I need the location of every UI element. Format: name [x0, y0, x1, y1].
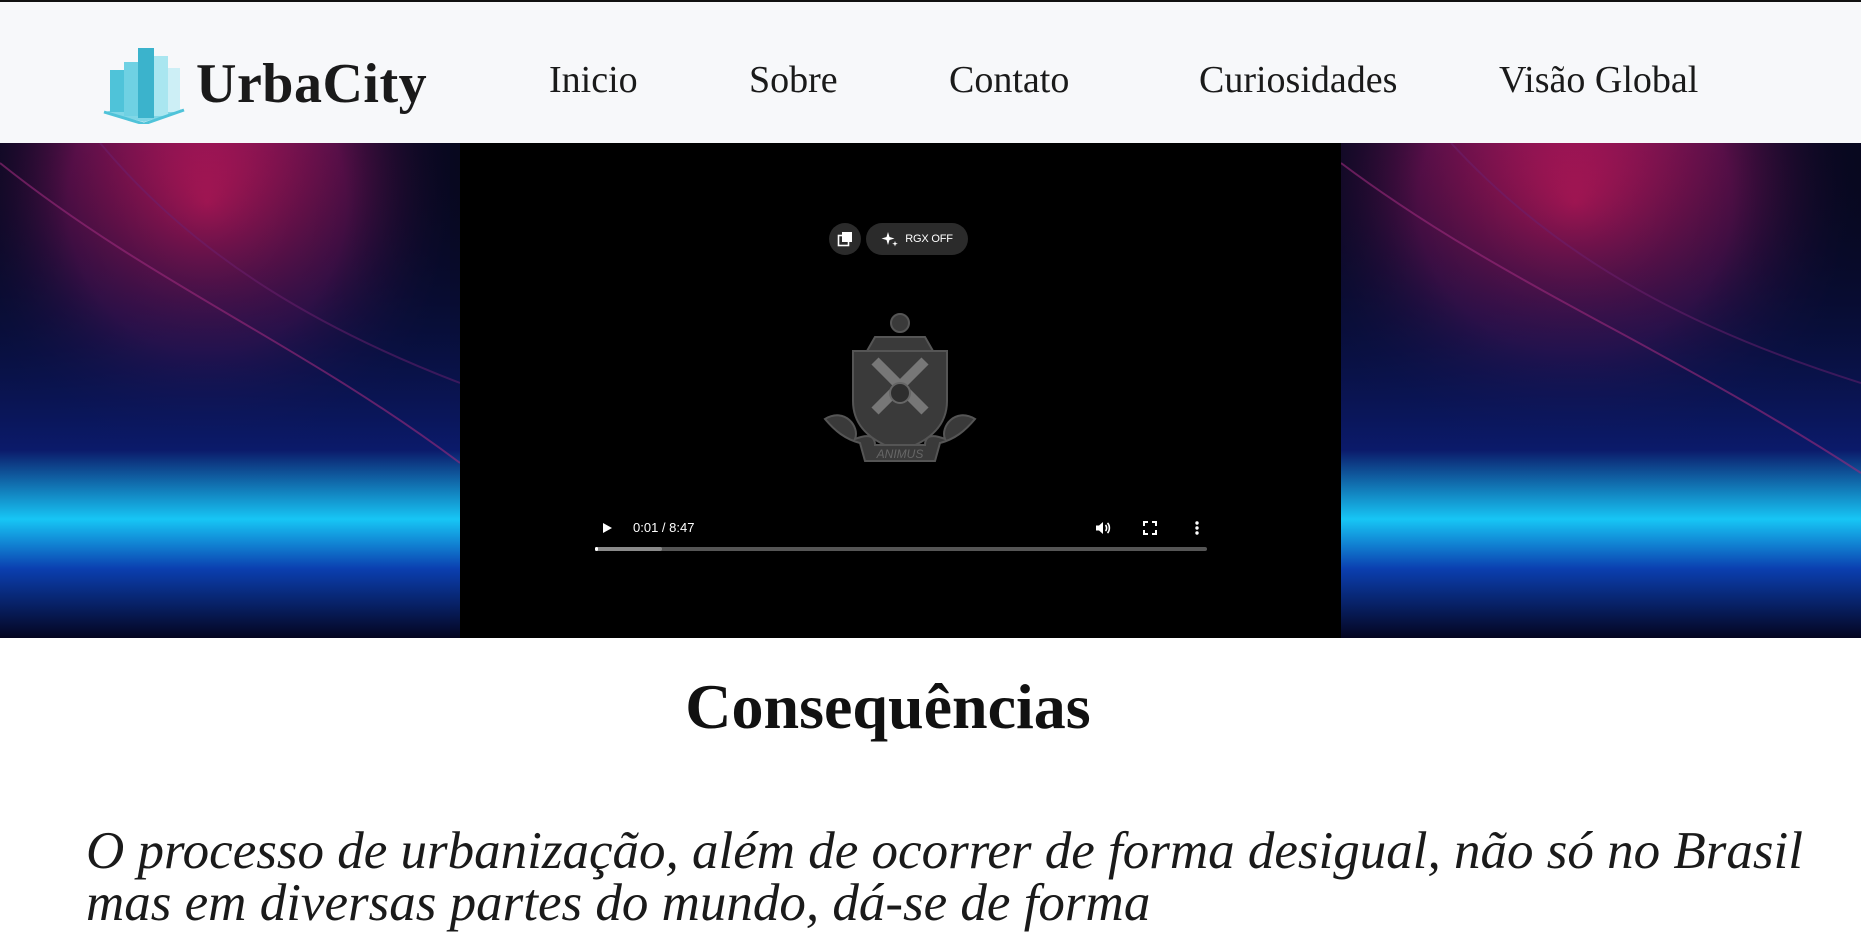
rgx-toggle-button[interactable]: RGX OFF [866, 223, 968, 255]
city-buildings-icon [103, 48, 185, 124]
pip-icon [837, 232, 852, 247]
crest-motto: ANIMUS [876, 447, 924, 461]
play-button[interactable] [595, 516, 619, 540]
volume-button[interactable] [1091, 516, 1115, 540]
nav-item-inicio[interactable]: Inicio [549, 59, 638, 102]
video-controls: 0:01 / 8:47 [595, 508, 1207, 548]
brand-logo[interactable]: UrbaCity [100, 44, 427, 124]
fullscreen-icon [1143, 521, 1157, 535]
more-vert-icon [1195, 521, 1199, 535]
sparkle-icon [881, 232, 899, 247]
section-paragraph: O processo de urbanização, além de ocorr… [86, 822, 1803, 932]
pip-button[interactable] [829, 223, 861, 255]
video-crest-thumbnail: ANIMUS [823, 313, 977, 462]
section-title: Consequências [685, 671, 1091, 742]
volume-icon [1096, 522, 1111, 534]
rgx-label: RGX OFF [905, 233, 953, 245]
more-options-button[interactable] [1185, 516, 1209, 540]
video-time: 0:01 / 8:47 [633, 520, 695, 535]
video-progress-bar[interactable] [595, 547, 1207, 551]
abstract-background-left [0, 143, 460, 638]
play-icon [603, 523, 612, 533]
fullscreen-button[interactable] [1138, 516, 1162, 540]
nav-item-curiosidades[interactable]: Curiosidades [1199, 59, 1397, 102]
video-player[interactable]: RGX OFF ANIMUS 0:01 / 8:47 [460, 143, 1341, 638]
video-buffer-fill [595, 547, 663, 551]
nav-item-contato[interactable]: Contato [949, 59, 1069, 102]
video-progress-fill [595, 547, 598, 551]
nav-item-visao-global[interactable]: Visão Global [1499, 59, 1698, 102]
site-header: UrbaCity Inicio Sobre Contato Curiosidad… [0, 2, 1861, 143]
hero-banner: RGX OFF ANIMUS 0:01 / 8:47 [0, 143, 1861, 638]
nav-item-sobre[interactable]: Sobre [749, 59, 838, 102]
abstract-background-right [1341, 143, 1861, 638]
brand-name: UrbaCity [196, 53, 428, 115]
